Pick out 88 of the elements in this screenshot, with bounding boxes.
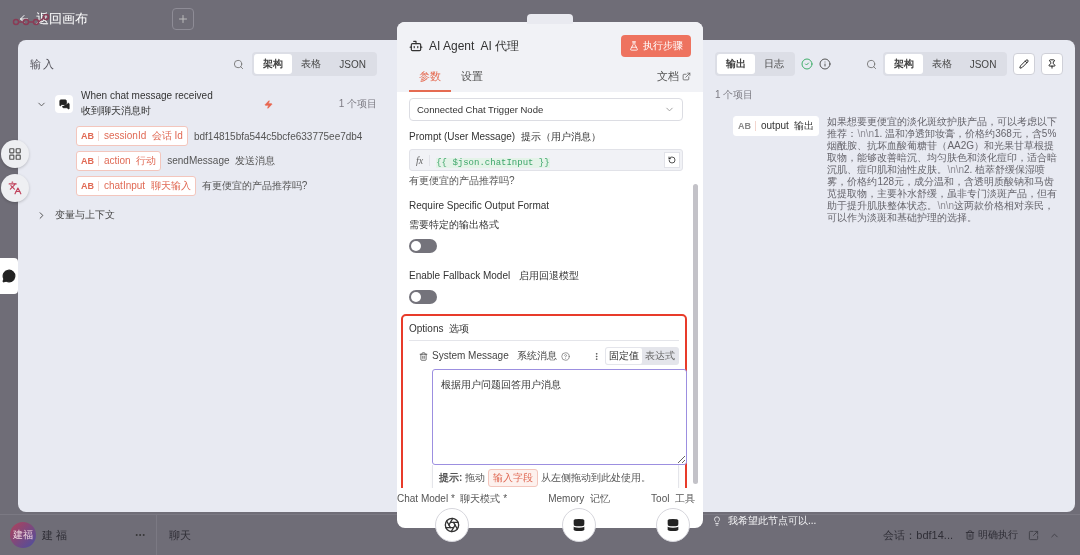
aperture-icon xyxy=(444,517,460,533)
output-tab[interactable]: 输出 xyxy=(717,54,755,74)
reset-button[interactable] xyxy=(664,152,680,168)
bulb-icon xyxy=(712,516,722,526)
bolt-icon xyxy=(264,99,273,109)
node-title: AI Agent AI 代理 xyxy=(429,37,521,55)
view-tab[interactable]: 表格 xyxy=(292,54,331,74)
connection-node[interactable] xyxy=(656,508,691,542)
toggle-switch[interactable] xyxy=(409,290,437,304)
info-icon xyxy=(819,58,831,70)
node-subtitle: 收到聊天消息时 xyxy=(81,104,152,118)
pin-button[interactable] xyxy=(1041,53,1064,75)
field-tag: AB sessionId 会话 Id xyxy=(76,126,188,146)
view-switch[interactable]: 架构 表格 JSON xyxy=(252,52,377,76)
field-sublabel: 需要特定的输出格式 xyxy=(409,218,500,232)
flask-icon xyxy=(629,41,639,51)
toggle-switch[interactable] xyxy=(409,239,437,253)
mode-switch[interactable]: 固定值 表达式 xyxy=(605,347,679,365)
field-value: 有更便宜的产品推荐吗? xyxy=(201,179,308,193)
user-name: 建 福 xyxy=(42,527,68,543)
view-tab[interactable]: JSON xyxy=(330,54,375,74)
system-message-field[interactable]: 根据用户问题回答用户消息 xyxy=(432,369,687,465)
field-tag: AB action 行动 xyxy=(76,151,162,171)
database-icon xyxy=(665,517,682,533)
mode-tab[interactable]: 表达式 xyxy=(642,348,678,364)
item-count: 1 个项目 xyxy=(338,97,377,111)
view-tab[interactable]: 表格 xyxy=(922,54,961,74)
apps-icon[interactable] xyxy=(1,140,29,168)
kebab-icon[interactable] xyxy=(592,351,601,361)
field-tag: AB chatInput 聊天输入 xyxy=(76,176,196,196)
expression-code: {{ $json.chatInput }} xyxy=(436,158,550,168)
section-title: Options 选项 xyxy=(409,320,679,341)
pin-icon xyxy=(1047,59,1058,69)
section-label[interactable]: 变量与上下文 xyxy=(55,208,115,222)
user-avatar: 建福 xyxy=(10,522,36,548)
chat-icon[interactable] xyxy=(0,258,18,294)
arrow-left-icon xyxy=(18,13,30,25)
field-value: sendMessage 发送消息 xyxy=(167,154,276,168)
hint-text: 我希望此节点可以... xyxy=(728,514,817,528)
hint-text: 提示: 拖动 xyxy=(439,471,486,485)
field-label: System Message 系统消息 xyxy=(432,349,558,363)
field-tag: AB output 输出 xyxy=(733,116,820,136)
connection-node[interactable] xyxy=(435,508,469,542)
field-label: Enable Fallback Model 启用回退模型 xyxy=(409,269,580,283)
connection-node[interactable] xyxy=(562,508,597,542)
search-icon[interactable] xyxy=(865,58,877,70)
hint-text: 从左侧拖动到此处使用。 xyxy=(541,471,652,485)
search-icon[interactable] xyxy=(233,58,245,70)
view-tab[interactable]: JSON xyxy=(960,54,1006,74)
external-link-icon xyxy=(682,72,691,81)
mode-tab[interactable]: 固定值 xyxy=(606,348,642,364)
panel-title: 输入 xyxy=(30,56,57,72)
expression-field[interactable]: fx {{ $json.chatInput }} xyxy=(409,149,683,171)
trash-icon xyxy=(965,530,975,540)
translate-icon[interactable] xyxy=(1,174,29,202)
view-switch[interactable]: 架构 表格 JSON xyxy=(882,52,1008,76)
output-switch[interactable]: 输出 日志 xyxy=(715,52,795,76)
field-label: Prompt (User Message) 提示（用户消息） xyxy=(409,130,602,144)
help-icon xyxy=(561,351,571,361)
field-label: Require Specific Output Format xyxy=(409,200,551,211)
plus-icon xyxy=(177,13,189,25)
connection-label: Chat Model * 聊天模式 * xyxy=(397,492,508,506)
output-tab[interactable]: 日志 xyxy=(755,54,793,74)
chat-node-icon xyxy=(55,95,73,113)
output-text: 如果想要更便宜的淡化斑纹护肤产品，可以考虑以下推荐：\n\n1. 温和净透卸妆膏，价格约368元，含5%烟酰胺、抗坏血酸葡糖苷（AA2G）和光果甘草根提取物，能够改善暗沉、均匀肤色和淡化痘印，适合暗沉肌、痘印肌和油性皮肤。\n\n2. 植萃舒缓保湿喷雾，价格约128元，成分温和，含透明质酸钠和马齿苋提取物，主要补水舒缓，虽非专门淡斑产品，但有助于提升肌肤整体状态。\n\n这两款价格相对亲民，可以作为淡斑和基础护理的选择。 xyxy=(827,116,1059,224)
delete-icon[interactable] xyxy=(419,351,428,361)
reset-icon xyxy=(668,156,676,164)
item-count: 1 个项目 xyxy=(715,88,755,102)
scrollbar[interactable] xyxy=(693,184,698,484)
node-title: When chat message received xyxy=(81,90,214,101)
tab[interactable]: 设置 xyxy=(457,65,493,92)
connection-label: Memory 记忆 xyxy=(548,492,610,506)
drag-handle[interactable] xyxy=(527,14,573,24)
expression-preview: 有更便宜的产品推荐吗? xyxy=(409,174,516,188)
field-value: bdf14815bfa544c5bcfe633775ee7db4 xyxy=(193,130,363,142)
connection-label: Tool 工具 xyxy=(651,492,695,506)
logo-icon xyxy=(12,14,52,28)
view-tab[interactable]: 架构 xyxy=(254,54,293,74)
edit-button[interactable] xyxy=(1013,53,1036,75)
view-tab[interactable]: 架构 xyxy=(884,54,923,74)
docs-link[interactable]: 文档 xyxy=(657,69,691,92)
fx-label: fx xyxy=(410,154,431,166)
source-select[interactable]: Connected Chat Trigger Node xyxy=(409,98,683,121)
robot-icon xyxy=(409,39,423,53)
pencil-icon xyxy=(1019,59,1030,69)
field-chip: 输入字段 xyxy=(488,469,539,487)
database-icon xyxy=(571,517,588,533)
chat-label: 聊天 xyxy=(169,527,191,543)
